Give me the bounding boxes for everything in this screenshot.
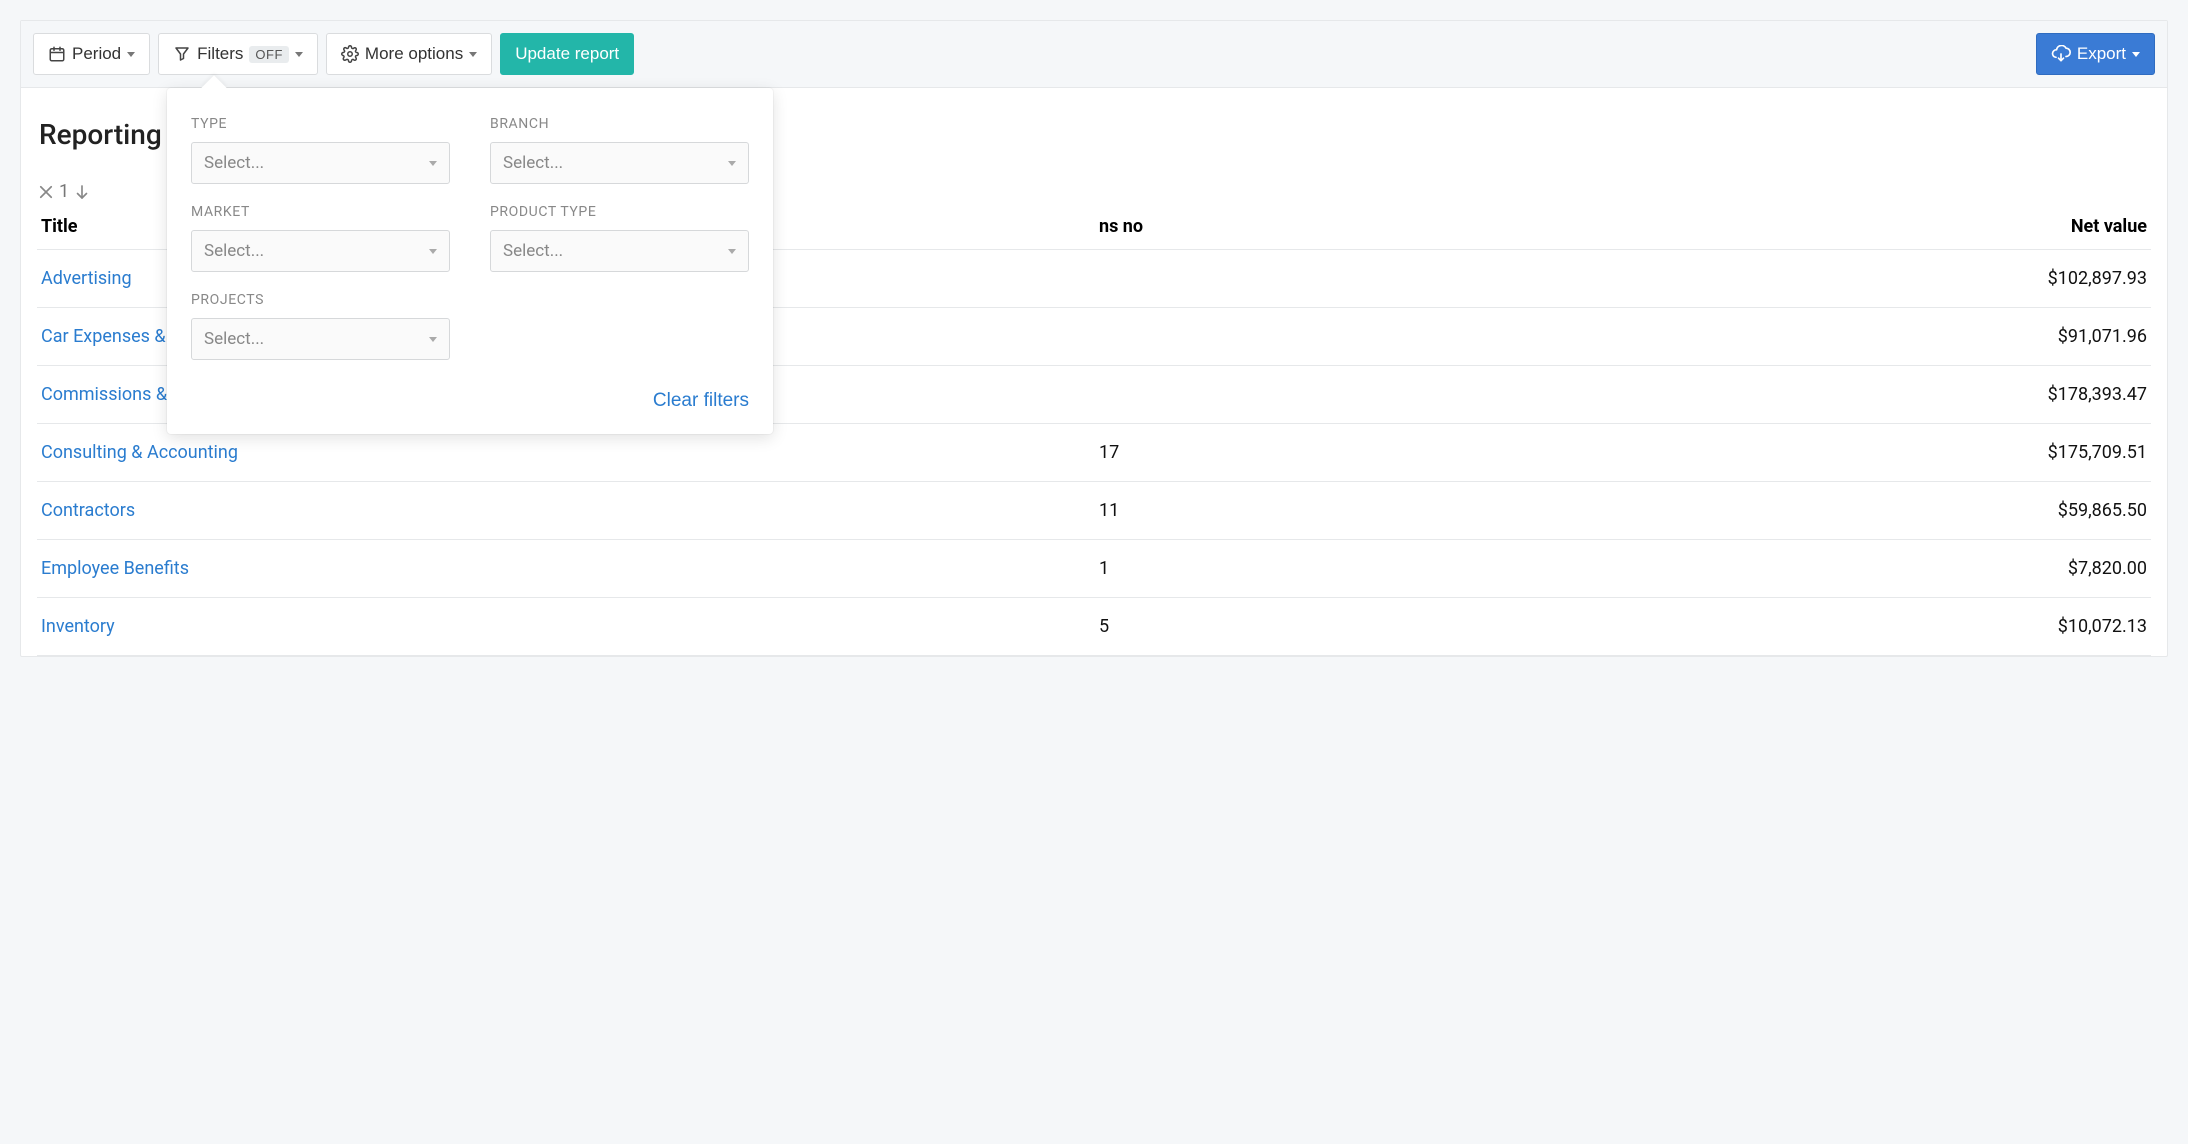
export-label: Export [2077, 44, 2126, 64]
filter-label-product-type: PRODUCT TYPE [490, 204, 749, 220]
filter-label-projects: PROJECTS [191, 292, 450, 308]
sort-count: 1 [59, 181, 69, 202]
chevron-down-icon [429, 249, 437, 254]
chevron-down-icon [429, 337, 437, 342]
row-title-cell: Employee Benefits [37, 540, 479, 598]
filter-select-branch[interactable]: Select... [490, 142, 749, 184]
filter-select-type[interactable]: Select... [191, 142, 450, 184]
col-net-value[interactable]: Net value [1920, 210, 2151, 250]
filters-badge: OFF [249, 46, 289, 63]
chevron-down-icon [429, 161, 437, 166]
toolbar: Period Filters OFF More options Update r… [21, 21, 2167, 88]
period-button[interactable]: Period [33, 33, 150, 75]
filter-select-branch-value: Select... [503, 153, 563, 173]
cloud-download-icon [2051, 45, 2071, 63]
chevron-down-icon [728, 249, 736, 254]
row-title-link[interactable]: Advertising [41, 268, 132, 289]
update-report-button[interactable]: Update report [500, 33, 634, 75]
filter-select-type-value: Select... [204, 153, 264, 173]
more-options-label: More options [365, 44, 463, 64]
filter-group-projects: PROJECTS Select... [191, 292, 450, 360]
filter-label-market: MARKET [191, 204, 450, 220]
filters-label: Filters [197, 44, 243, 64]
chevron-down-icon [127, 52, 135, 57]
row-net-value: $91,071.96 [1920, 308, 2151, 366]
row-title-cell: Contractors [37, 482, 479, 540]
clear-filters-button[interactable]: Clear filters [653, 390, 749, 412]
row-net-value: $10,072.13 [1920, 598, 2151, 656]
filter-group-branch: BRANCH Select... [490, 116, 749, 184]
filter-select-product-type[interactable]: Select... [490, 230, 749, 272]
table-row: Inventory 5$10,072.13 [37, 598, 2151, 656]
filter-select-product-type-value: Select... [503, 241, 563, 261]
filter-group-market: MARKET Select... [191, 204, 450, 272]
filters-button[interactable]: Filters OFF [158, 33, 318, 75]
row-net-value: $175,709.51 [1920, 424, 2151, 482]
filter-label-branch: BRANCH [490, 116, 749, 132]
export-button[interactable]: Export [2036, 33, 2155, 75]
sort-direction-icon [73, 183, 91, 201]
chevron-down-icon [728, 161, 736, 166]
filter-group-type: TYPE Select... [191, 116, 450, 184]
filter-icon [173, 45, 191, 63]
table-row: Contractors 11$59,865.50 [37, 482, 2151, 540]
filter-label-type: TYPE [191, 116, 450, 132]
period-label: Period [72, 44, 121, 64]
filter-select-projects-value: Select... [204, 329, 264, 349]
row-title-link[interactable]: Car Expenses & [41, 326, 166, 347]
row-trans-no: 5 [479, 598, 1920, 656]
report-page: Period Filters OFF More options Update r… [20, 20, 2168, 657]
row-net-value: $178,393.47 [1920, 366, 2151, 424]
clear-sort-icon [37, 183, 55, 201]
chevron-down-icon [469, 52, 477, 57]
content-area: Reporting per 1 Title ns no Net value Ad… [21, 88, 2167, 656]
filter-group-product-type: PRODUCT TYPE Select... [490, 204, 749, 272]
chevron-down-icon [295, 52, 303, 57]
update-report-label: Update report [515, 44, 619, 64]
row-title-link[interactable]: Employee Benefits [41, 558, 189, 579]
table-row: Employee Benefits 1$7,820.00 [37, 540, 2151, 598]
row-trans-no: 11 [479, 482, 1920, 540]
row-title-link[interactable]: Inventory [41, 616, 115, 637]
row-title-link[interactable]: Commissions & [41, 384, 167, 405]
filter-select-market-value: Select... [204, 241, 264, 261]
row-title-cell: Inventory [37, 598, 479, 656]
filters-popover: TYPE Select... BRANCH Select... MARKET [167, 88, 773, 434]
calendar-icon [48, 45, 66, 63]
filter-select-projects[interactable]: Select... [191, 318, 450, 360]
row-trans-no: 1 [479, 540, 1920, 598]
gear-icon [341, 45, 359, 63]
more-options-button[interactable]: More options [326, 33, 492, 75]
row-net-value: $102,897.93 [1920, 250, 2151, 308]
row-title-link[interactable]: Consulting & Accounting [41, 442, 238, 463]
chevron-down-icon [2132, 52, 2140, 57]
filter-select-market[interactable]: Select... [191, 230, 450, 272]
row-net-value: $7,820.00 [1920, 540, 2151, 598]
row-title-link[interactable]: Contractors [41, 500, 135, 521]
row-net-value: $59,865.50 [1920, 482, 2151, 540]
